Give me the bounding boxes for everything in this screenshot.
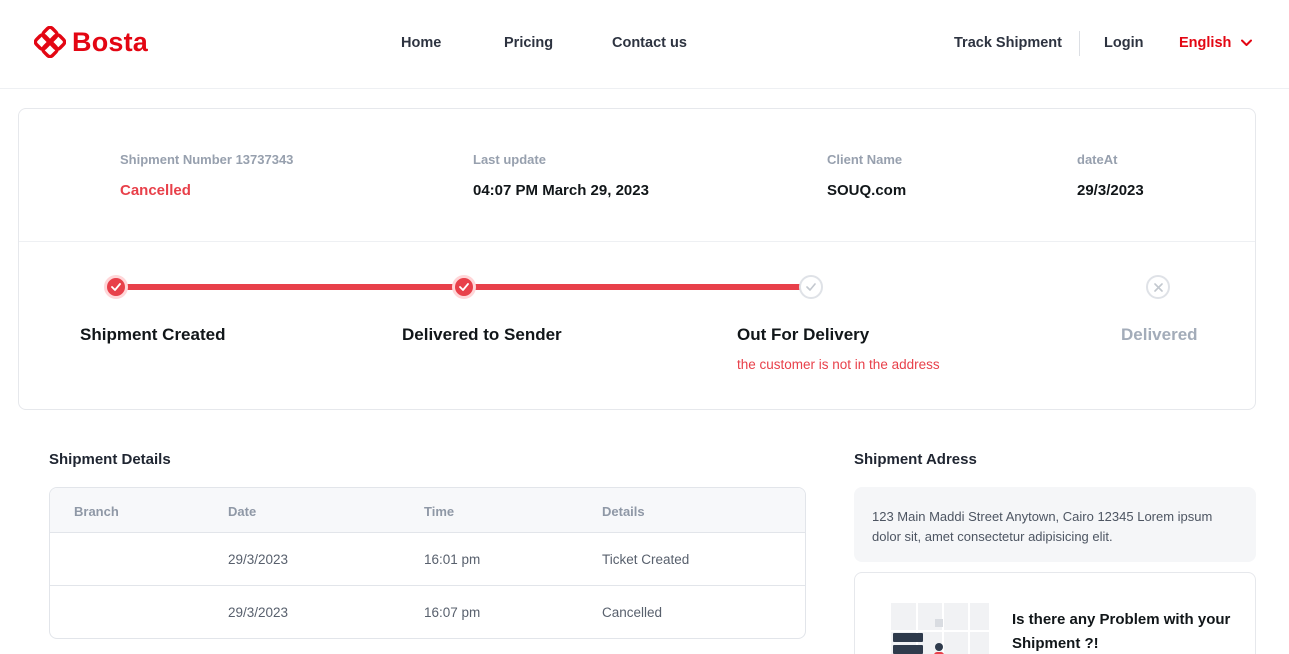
shipment-address-title: Shipment Adress bbox=[854, 451, 977, 468]
address-box: 123 Main Maddi Street Anytown, Cairo 123… bbox=[854, 487, 1256, 562]
address-text: 123 Main Maddi Street Anytown, Cairo 123… bbox=[872, 509, 1213, 544]
date-label: dateAt bbox=[1077, 152, 1118, 167]
date-value: 29/3/2023 bbox=[1077, 182, 1144, 199]
check-icon bbox=[459, 283, 469, 291]
card-divider bbox=[19, 241, 1255, 242]
table-cell-time: 16:07 pm bbox=[424, 605, 481, 620]
bosta-logo-icon bbox=[34, 26, 66, 58]
table-row: 29/3/2023 16:07 pm Cancelled bbox=[50, 586, 805, 638]
shipment-status-value: Cancelled bbox=[120, 182, 191, 199]
step-4-dot bbox=[1146, 275, 1170, 299]
client-name-label: Client Name bbox=[827, 152, 903, 167]
step-1-label: Shipment Created bbox=[80, 325, 226, 344]
nav-pricing-link[interactable]: Pricing bbox=[504, 35, 553, 51]
chevron-down-icon bbox=[1241, 39, 1253, 46]
table-cell-date: 29/3/2023 bbox=[228, 552, 289, 567]
table-cell-time: 16:01 pm bbox=[424, 552, 481, 567]
shipment-status-card: Shipment Number 13737343 Cancelled Last … bbox=[18, 108, 1256, 410]
nav-divider bbox=[1079, 31, 1080, 56]
language-label: English bbox=[1179, 35, 1232, 51]
brand-name: Bosta bbox=[72, 26, 149, 57]
nav-home-link[interactable]: Home bbox=[401, 35, 441, 51]
table-row: 29/3/2023 16:01 pm Ticket Created bbox=[50, 533, 805, 586]
table-cell-details: Ticket Created bbox=[602, 552, 690, 567]
table-header: Branch Date Time Details bbox=[50, 488, 805, 533]
x-icon bbox=[1153, 282, 1163, 292]
step-3-label: Out For Delivery bbox=[737, 325, 870, 344]
track-shipment-link[interactable]: Track Shipment bbox=[954, 35, 1062, 51]
last-update-value: 04:07 PM March 29, 2023 bbox=[473, 182, 649, 199]
shipment-details-title: Shipment Details bbox=[49, 451, 171, 468]
language-selector[interactable]: English bbox=[1179, 35, 1253, 51]
step-4-label: Delivered bbox=[1121, 325, 1198, 344]
login-link[interactable]: Login bbox=[1104, 35, 1143, 51]
step-3-dot bbox=[799, 275, 823, 299]
column-header: Date bbox=[228, 504, 257, 519]
step-1-dot bbox=[104, 275, 128, 299]
column-header: Details bbox=[602, 504, 645, 519]
nav-contact-link[interactable]: Contact us bbox=[612, 35, 687, 51]
table-cell-date: 29/3/2023 bbox=[228, 605, 289, 620]
brand-logo[interactable]: Bosta bbox=[34, 26, 148, 58]
check-icon bbox=[806, 283, 816, 291]
top-navbar: Bosta Home Pricing Contact us Track Ship… bbox=[0, 0, 1289, 89]
problem-question-text: Is there any Problem with your Shipment … bbox=[1012, 611, 1231, 652]
client-name-value: SOUQ.com bbox=[827, 182, 907, 199]
last-update-label: Last update bbox=[473, 152, 546, 167]
shipment-details-table: Branch Date Time Details 29/3/2023 16:01… bbox=[49, 487, 806, 639]
column-header: Branch bbox=[74, 504, 119, 519]
step-2-label: Delivered to Sender bbox=[402, 325, 562, 344]
table-cell-details: Cancelled bbox=[602, 605, 663, 620]
check-icon bbox=[111, 283, 121, 291]
shipment-number-label: Shipment Number 13737343 bbox=[120, 152, 294, 167]
step-3-note: the customer is not in the address bbox=[737, 357, 940, 372]
support-illustration-icon bbox=[891, 603, 989, 654]
column-header: Time bbox=[424, 504, 455, 519]
report-problem-card[interactable]: Is there any Problem with your Shipment … bbox=[854, 572, 1256, 654]
step-2-dot bbox=[452, 275, 476, 299]
